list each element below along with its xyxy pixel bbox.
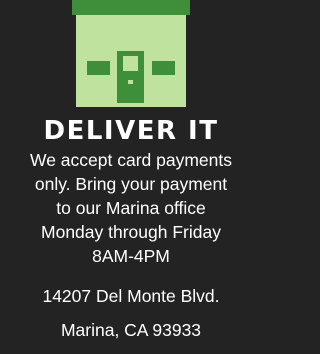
instruction-line: We accept card payments: [30, 150, 232, 170]
instruction-line: to our Marina office: [56, 198, 206, 218]
office-hours: 8AM-4PM: [92, 246, 170, 266]
instruction-line: only. Bring your payment: [34, 174, 228, 194]
instruction-line: Monday through Friday: [41, 222, 221, 242]
storefront-icon: [72, 0, 190, 107]
section-heading: DELIVER IT: [43, 116, 219, 146]
address-street: 14207 Del Monte Blvd.: [42, 286, 220, 306]
address-city: Marina, CA 93933: [60, 320, 202, 340]
payment-instructions: We accept card payments only. Bring your…: [0, 148, 262, 268]
